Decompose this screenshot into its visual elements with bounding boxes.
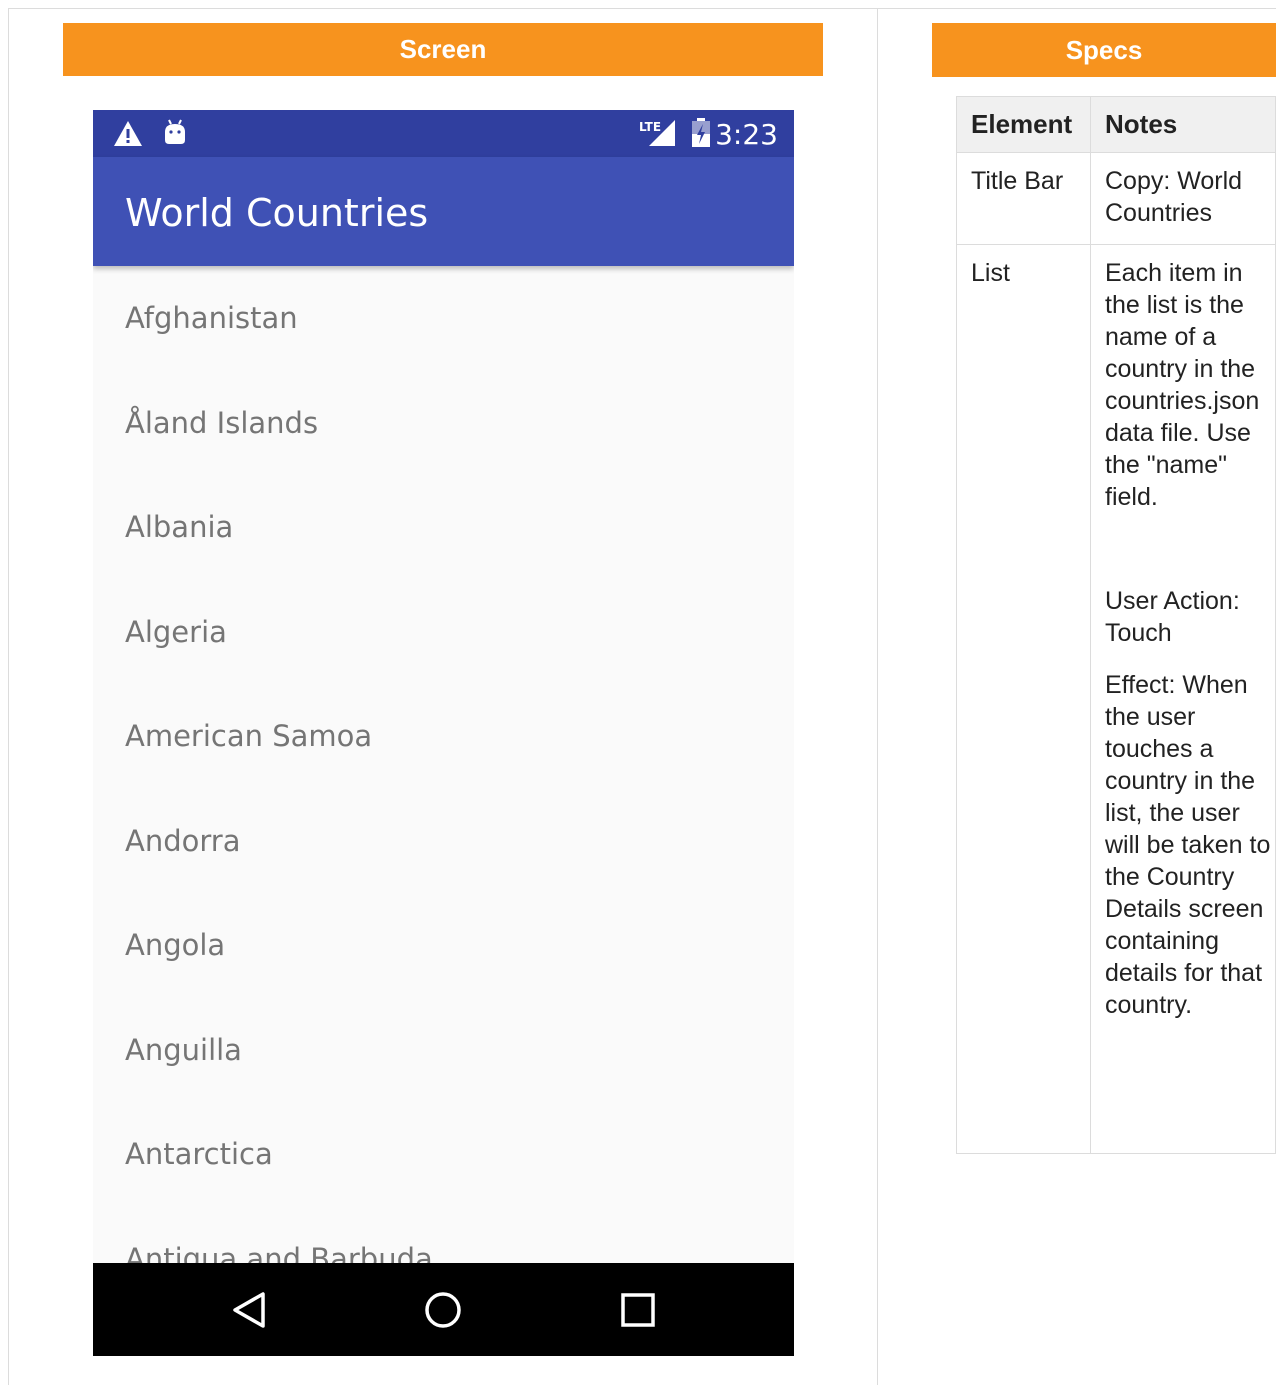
back-icon[interactable] — [231, 1291, 267, 1329]
list-item[interactable]: Algeria — [93, 580, 794, 685]
home-icon[interactable] — [424, 1291, 462, 1329]
app-title: World Countries — [125, 191, 429, 235]
android-icon — [165, 119, 185, 144]
table-header-row: Element Notes — [956, 96, 1276, 153]
column-divider — [877, 9, 878, 1385]
list-item[interactable]: Antarctica — [93, 1102, 794, 1207]
column-header-element: Element — [956, 96, 1091, 153]
recents-icon[interactable] — [621, 1293, 655, 1327]
specs-header: Specs — [932, 23, 1276, 77]
note-text: Effect: When the user touches a country … — [1105, 671, 1271, 1019]
column-header-notes: Notes — [1090, 96, 1276, 153]
status-time: 3:23 — [715, 118, 778, 151]
list-item[interactable]: Åland Islands — [93, 371, 794, 476]
country-list: Afghanistan Åland Islands Albania Algeri… — [93, 266, 794, 1263]
warning-icon — [114, 121, 142, 146]
list-item[interactable]: Angola — [93, 893, 794, 998]
list-item[interactable]: Antigua and Barbuda — [93, 1207, 794, 1263]
phone-screen: LTE 3:23 World Countries Afghanistan Åla… — [93, 110, 794, 1356]
note-text: User Action: Touch — [1105, 587, 1240, 647]
table-row: List Each item in the list is the name o… — [956, 244, 1276, 1154]
status-bar: LTE 3:23 — [93, 110, 794, 157]
table-row: Title Bar Copy: World Countries — [956, 152, 1276, 245]
network-type-label: LTE — [639, 120, 661, 134]
battery-icon — [692, 118, 710, 147]
element-cell: List — [956, 244, 1091, 1154]
list-item[interactable]: Andorra — [93, 789, 794, 894]
element-cell: Title Bar — [956, 152, 1091, 245]
screen-header: Screen — [63, 23, 823, 76]
notes-cell: Each item in the list is the name of a c… — [1090, 244, 1276, 1154]
list-item[interactable]: Anguilla — [93, 998, 794, 1103]
list-item[interactable]: Albania — [93, 475, 794, 580]
notes-cell: Copy: World Countries — [1090, 152, 1276, 245]
note-text: Each item in the list is the name of a c… — [1105, 259, 1260, 511]
list-item[interactable]: Afghanistan — [93, 266, 794, 371]
specs-table: Element Notes Title Bar Copy: World Coun… — [956, 96, 1276, 1154]
list-item[interactable]: American Samoa — [93, 684, 794, 789]
app-bar: World Countries — [93, 157, 794, 266]
note-text: Copy: World Countries — [1105, 167, 1243, 227]
lte-signal-icon: LTE — [639, 120, 675, 146]
navigation-bar — [93, 1263, 794, 1356]
